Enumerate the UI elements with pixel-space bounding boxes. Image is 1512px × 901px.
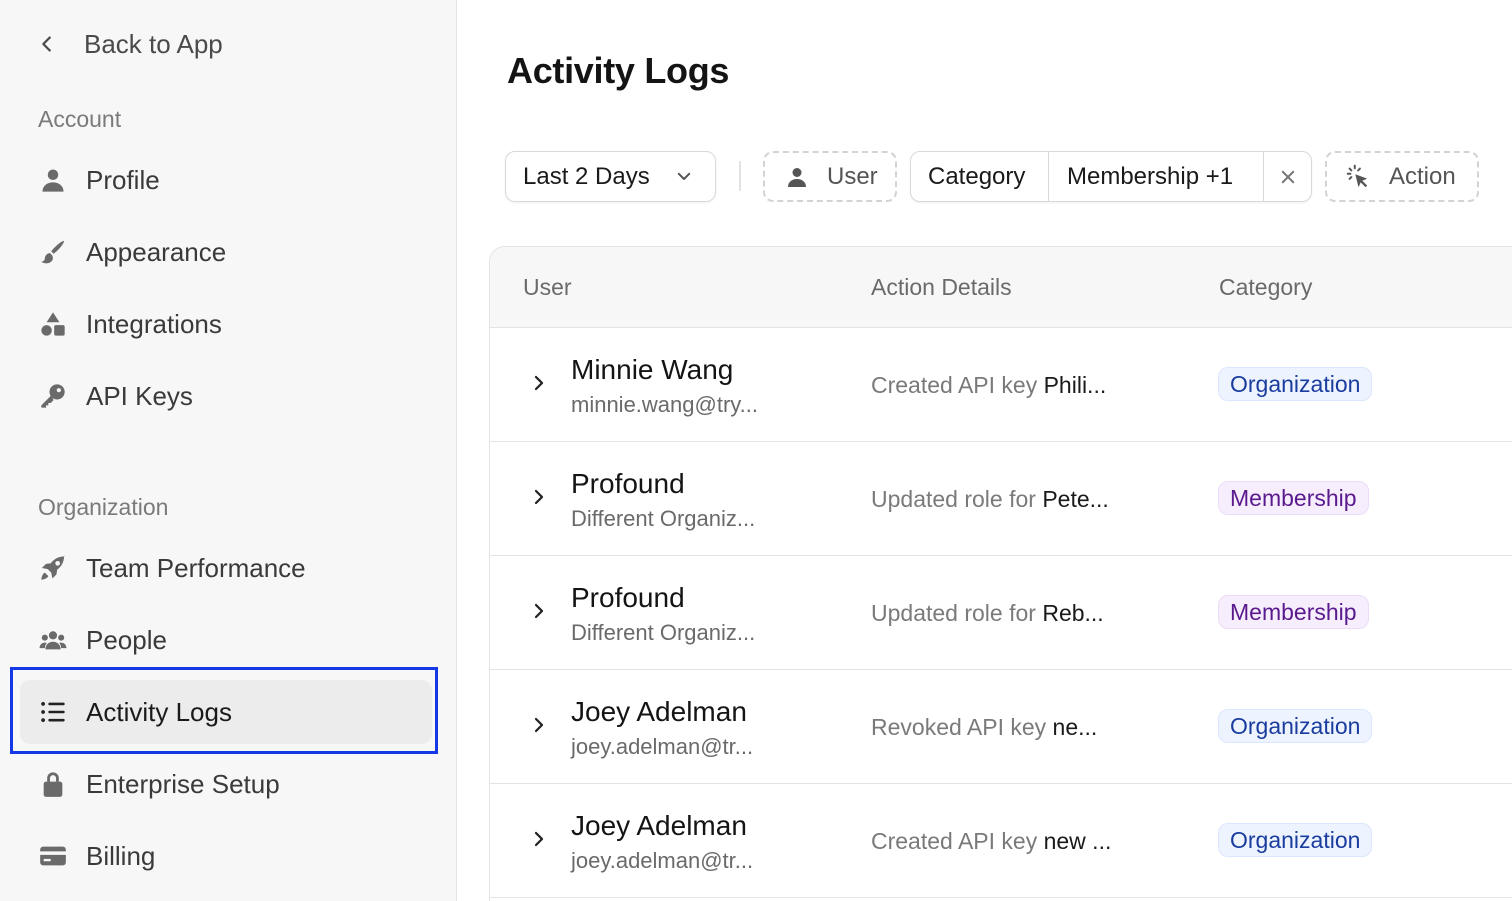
- rocket-icon: [38, 553, 68, 583]
- user-icon: [788, 167, 806, 187]
- table-row[interactable]: Minnie Wang minnie.wang@try... Created A…: [490, 328, 1512, 442]
- action-details: Created API key Phili...: [871, 372, 1107, 398]
- chevron-right-icon[interactable]: [530, 830, 548, 848]
- category-badge: Organization: [1218, 367, 1373, 401]
- user-name: Profound: [571, 582, 685, 613]
- table-row[interactable]: Profound Different Organiz... Updated ro…: [490, 442, 1512, 556]
- user-filter-button[interactable]: User: [763, 151, 897, 202]
- table-row[interactable]: Joey Adelman joey.adelman@tr... Created …: [490, 784, 1512, 898]
- filter-divider: [739, 161, 741, 191]
- date-range-label: Last 2 Days: [523, 162, 650, 190]
- category-badge: Organization: [1218, 709, 1373, 743]
- category-badge: Organization: [1218, 823, 1373, 857]
- user-filter-label: User: [827, 162, 878, 190]
- user-icon: [38, 165, 68, 195]
- chevron-left-icon: [42, 36, 51, 52]
- user-name: Profound: [571, 468, 685, 499]
- category-badge: Membership: [1218, 481, 1369, 515]
- settings-sidebar: Back to App Account Profile Appearance I…: [0, 0, 457, 901]
- sidebar-item-label: Team Performance: [86, 552, 306, 583]
- column-header-user: User: [523, 274, 572, 300]
- column-header-action-details: Action Details: [871, 274, 1012, 300]
- user-email: joey.adelman@tr...: [571, 848, 754, 873]
- sidebar-item-label: Integrations: [86, 308, 222, 339]
- action-details: Updated role for Reb...: [871, 600, 1104, 626]
- activity-table: User Action Details Category Minnie Wang…: [489, 246, 1512, 901]
- sidebar-item-billing[interactable]: Billing: [20, 824, 432, 888]
- lock-icon: [38, 769, 68, 799]
- action-filter-label: Action: [1389, 162, 1456, 190]
- key-icon: [38, 381, 68, 411]
- sidebar-item-label: API Keys: [86, 380, 193, 411]
- account-section-label: Account: [38, 106, 122, 132]
- user-email: minnie.wang@try...: [571, 392, 758, 417]
- action-details: Updated role for Pete...: [871, 486, 1109, 512]
- user-email: Different Organiz...: [571, 620, 756, 645]
- focus-highlight: [10, 667, 438, 754]
- user-email: Different Organiz...: [571, 506, 756, 531]
- sidebar-item-label: Billing: [86, 840, 156, 871]
- cursor-click-icon: [1346, 164, 1368, 187]
- category-filter-value[interactable]: Membership +1: [1049, 152, 1264, 201]
- page-title: Activity Logs: [507, 50, 730, 91]
- brush-icon: [38, 237, 68, 267]
- clear-category-button[interactable]: [1264, 152, 1311, 201]
- chevron-right-icon[interactable]: [530, 716, 548, 734]
- shapes-icon: [38, 309, 68, 339]
- action-details: Revoked API key ne...: [871, 714, 1098, 740]
- category-filter-label[interactable]: Category: [911, 152, 1049, 201]
- user-email: joey.adelman@tr...: [571, 734, 754, 759]
- sidebar-item-integrations[interactable]: Integrations: [20, 292, 432, 356]
- action-details: Created API key new ...: [871, 828, 1112, 854]
- sidebar-item-appearance[interactable]: Appearance: [20, 220, 432, 284]
- table-row[interactable]: Joey Adelman joey.adelman@tr... Revoked …: [490, 670, 1512, 784]
- sidebar-item-label: Enterprise Setup: [86, 768, 280, 799]
- chevron-right-icon[interactable]: [530, 602, 548, 620]
- sidebar-item-api-keys[interactable]: API Keys: [20, 364, 432, 428]
- people-icon: [38, 625, 68, 655]
- sidebar-item-profile[interactable]: Profile: [20, 148, 432, 212]
- sidebar-item-enterprise-setup[interactable]: Enterprise Setup: [20, 752, 432, 816]
- user-name: Joey Adelman: [571, 810, 747, 841]
- card-icon: [38, 841, 68, 871]
- category-badge: Membership: [1218, 595, 1369, 629]
- back-to-app-link[interactable]: Back to App: [36, 26, 223, 62]
- sidebar-item-label: People: [86, 624, 167, 655]
- chevron-right-icon[interactable]: [530, 374, 548, 392]
- user-name: Minnie Wang: [571, 354, 734, 385]
- sidebar-item-label: Profile: [86, 164, 160, 195]
- back-to-app-label: Back to App: [84, 28, 223, 59]
- sidebar-item-team-performance[interactable]: Team Performance: [20, 536, 432, 600]
- chevron-down-icon: [677, 172, 691, 180]
- sidebar-item-people[interactable]: People: [20, 608, 432, 672]
- category-filter[interactable]: Category Membership +1: [910, 151, 1312, 202]
- chevron-right-icon[interactable]: [530, 488, 548, 506]
- sidebar-item-label: Appearance: [86, 236, 227, 267]
- table-header: User Action Details Category: [490, 247, 1512, 328]
- date-range-dropdown[interactable]: Last 2 Days: [505, 151, 716, 202]
- column-header-category: Category: [1219, 274, 1313, 300]
- close-icon: [1281, 170, 1294, 183]
- action-filter-button[interactable]: Action: [1325, 151, 1479, 202]
- user-name: Joey Adelman: [571, 696, 747, 727]
- organization-section-label: Organization: [38, 494, 169, 520]
- table-row[interactable]: Profound Different Organiz... Updated ro…: [490, 556, 1512, 670]
